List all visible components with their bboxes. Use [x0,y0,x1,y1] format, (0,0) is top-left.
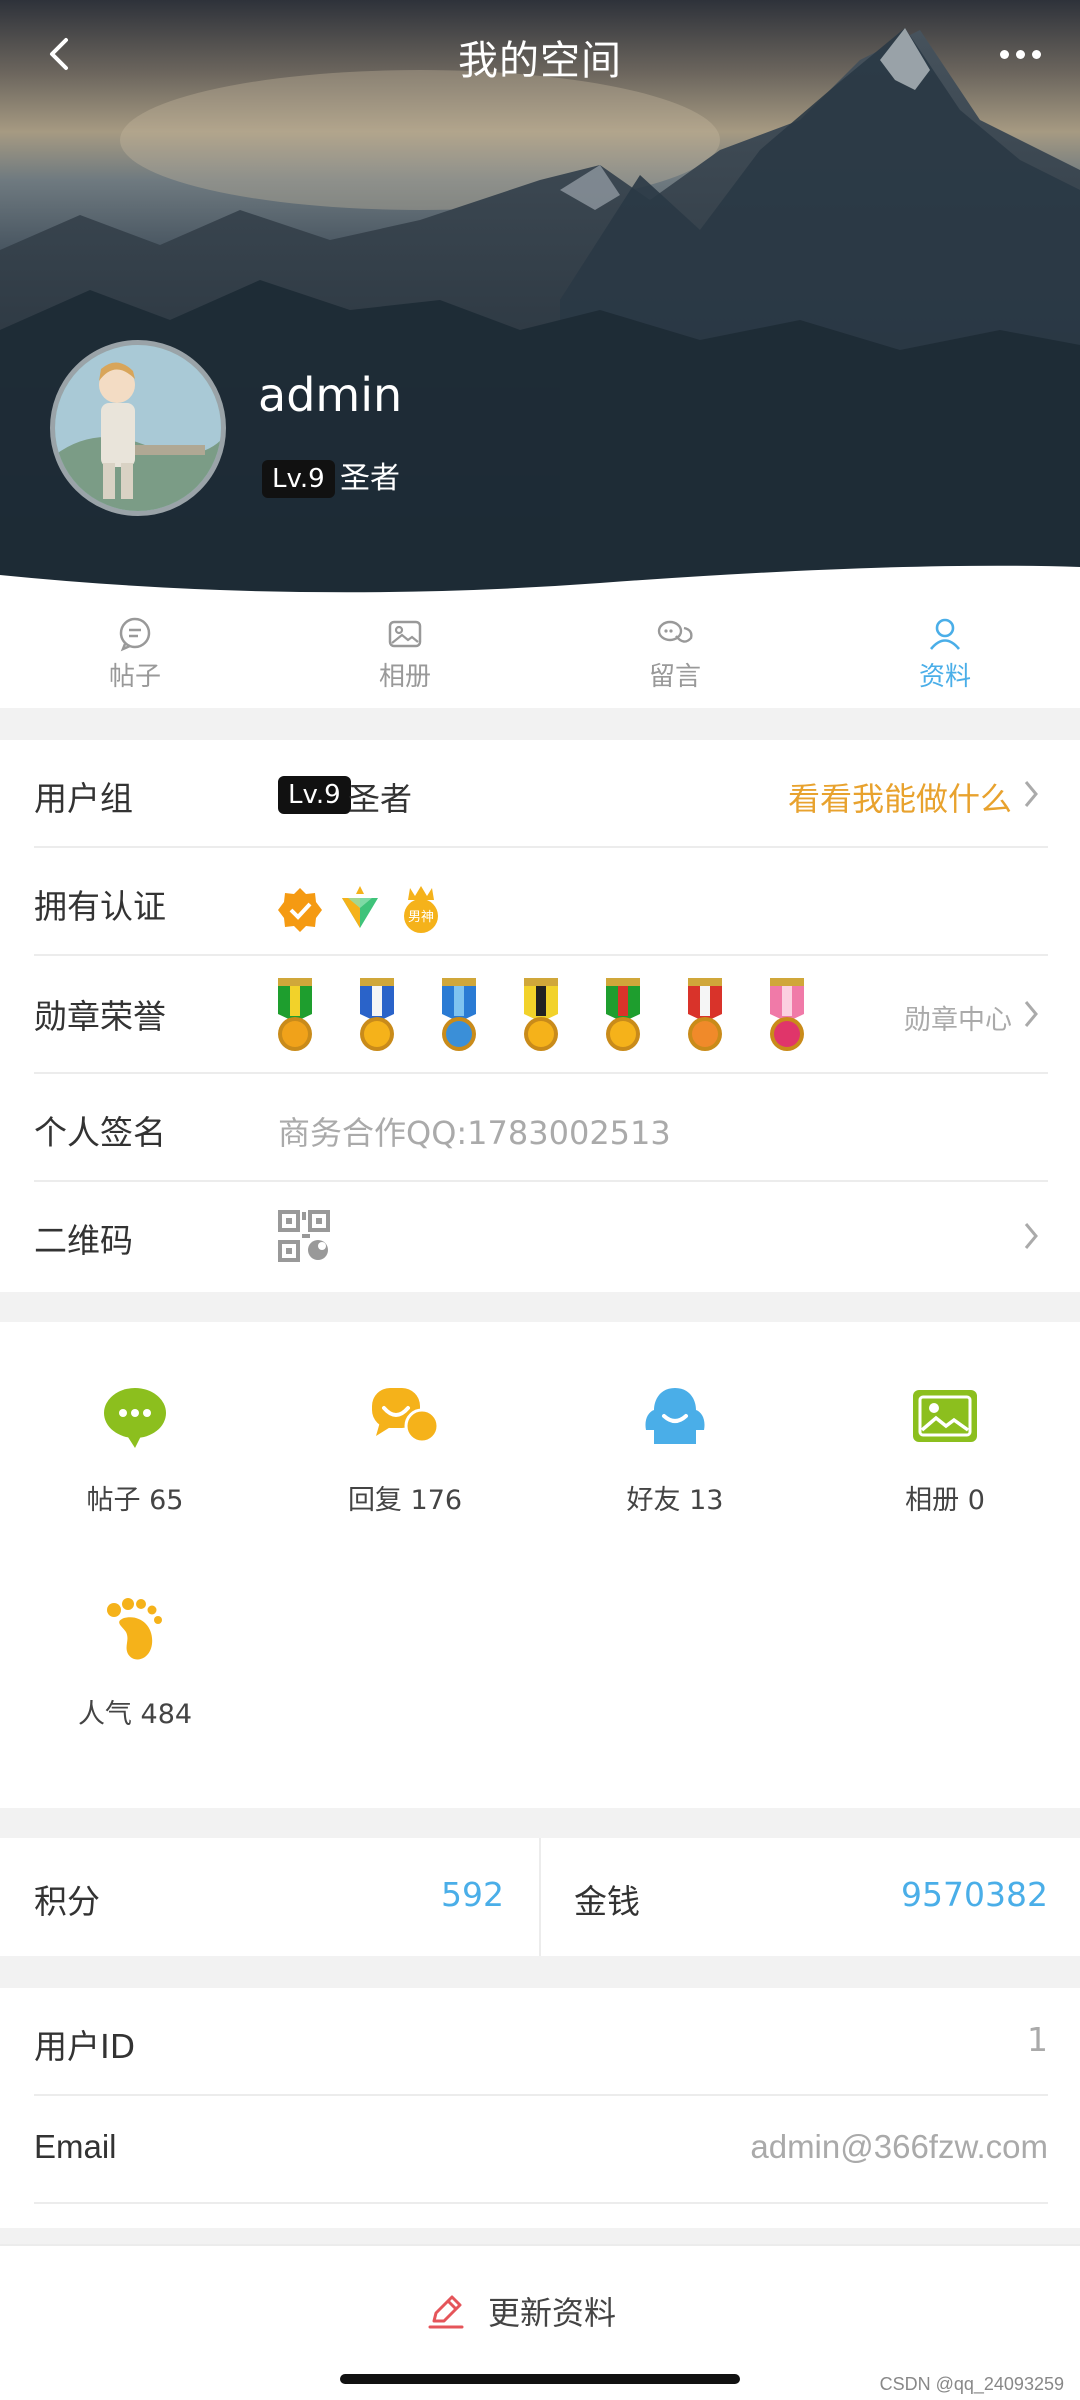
divider [539,1838,541,1956]
page-title: 我的空间 [458,38,622,84]
medal-icon [524,978,558,1051]
more-dots-icon [999,49,1009,59]
badge-text: 男神 [408,910,434,925]
post-bubble-icon [104,1388,166,1448]
update-profile-button[interactable]: 更新资料 [426,2288,616,2334]
medals-row[interactable]: 勋章荣誉 勋章中心 [34,956,1048,1074]
reply-bubble-icon [372,1388,440,1444]
medal-center-link[interactable]: 勋章中心 [904,998,1012,1037]
profile-page: 我的空间 admin Lv.9 圣者 帖子 相册 留言 资料 用户组 Lv.9 … [0,0,1080,2400]
footprint-icon [107,1598,162,1660]
photo-icon [388,620,422,647]
stat-friends[interactable]: 好友 13 [540,1382,810,1517]
stat-label: 好友 13 [626,1485,724,1516]
verified-badge-icon [278,888,322,932]
diamond-badge-icon [342,886,378,928]
signature-value: 商务合作QQ:1783002513 [278,1114,671,1152]
profile-banner: 我的空间 admin Lv.9 圣者 [0,0,1080,600]
medal-icon [442,978,476,1051]
user-group-row[interactable]: 用户组 Lv.9 圣者 看看我能做什么 [34,740,1048,848]
user-id-row [34,1988,1048,2096]
score-value: 592 [441,1875,504,1914]
signature-row: 个人签名 商务合作QQ:1783002513 [34,1074,1048,1182]
tab-label: 留言 [648,661,701,692]
certifications-label: 拥有认证 [34,887,166,926]
info-card: 用户组 Lv.9 圣者 看看我能做什么 拥有认证 男神 勋章荣誉 勋章中心 个人… [0,740,1080,1292]
chevron-right-icon [1024,1001,1038,1027]
stat-label: 人气 484 [77,1699,193,1730]
user-id-label: 用户ID [34,2027,136,2066]
male-god-badge-icon: 男神 [404,886,438,933]
level-badge: Lv.9 [278,776,351,814]
qrcode-label: 二维码 [34,1221,133,1260]
chevron-right-icon [1024,1223,1038,1249]
stat-replies[interactable]: 回复 176 [270,1382,540,1517]
medal-list [272,978,872,1054]
stat-popularity[interactable]: 人气 484 [0,1596,270,1731]
edit-pencil-icon [428,2295,464,2329]
avatar[interactable] [50,340,226,516]
home-indicator[interactable] [340,2374,740,2384]
medal-icon [606,978,640,1051]
friends-icon [645,1388,705,1444]
tab-label: 帖子 [108,661,161,692]
tab-album[interactable]: 相册 [270,600,540,708]
username: admin [258,368,403,422]
chevron-right-icon [1024,781,1038,807]
signature-label: 个人签名 [34,1113,166,1152]
tab-messages[interactable]: 留言 [540,600,810,708]
update-profile-label: 更新资料 [488,2294,617,2332]
tab-profile[interactable]: 资料 [810,600,1080,708]
medals-label: 勋章荣誉 [34,997,166,1036]
user-group-rank: 圣者 [348,780,413,818]
stat-album[interactable]: 相册 0 [810,1382,1080,1517]
certifications-row: 拥有认证 男神 [34,848,1048,956]
medal-icon [770,978,804,1051]
tab-label: 资料 [918,661,971,692]
stat-label: 相册 0 [905,1485,985,1516]
tab-posts[interactable]: 帖子 [0,600,270,708]
top-bar: 我的空间 [0,0,1080,110]
stat-posts[interactable]: 帖子 65 [0,1382,270,1517]
score-label: 积分 [34,1882,100,1921]
points-card: 积分 592 金钱 9570382 [0,1838,1080,1956]
stat-label: 帖子 65 [86,1485,184,1516]
bottom-bar: 更新资料 CSDN @qq_24093259 [0,2244,1080,2400]
level-badge: Lv.9 [262,460,335,498]
avatar-illustration [55,345,221,511]
tab-label: 相册 [378,661,431,692]
chat-bubble-icon [119,617,151,651]
user-icon [929,618,961,650]
user-id-value: 1 [1027,2020,1048,2059]
money-value: 9570382 [901,1875,1048,1914]
album-icon [913,1390,977,1442]
user-group-label: 用户组 [34,779,133,818]
banner-wave [0,565,1080,600]
qrcode-icon[interactable] [278,1210,330,1262]
email-label: Email [34,2128,117,2165]
medal-icon [360,978,394,1051]
stats-card: 帖子 65 回复 176 好友 13 相册 0 人气 484 [0,1322,1080,1808]
email-value: admin@366fzw.com [750,2128,1048,2165]
more-button[interactable] [990,24,1050,84]
details-card: 用户ID 1 Email admin@366fzw.com [0,1988,1080,2228]
medal-icon [688,978,722,1051]
stat-label: 回复 176 [347,1485,463,1516]
messages-icon [657,620,693,643]
profile-tabs: 帖子 相册 留言 资料 [0,600,1080,708]
qrcode-row[interactable]: 二维码 [34,1182,1048,1290]
rank-title: 圣者 [340,461,400,496]
medal-icon [278,978,312,1051]
watermark: CSDN @qq_24093259 [879,2374,1064,2394]
money-label: 金钱 [574,1882,640,1921]
abilities-link[interactable]: 看看我能做什么 [788,774,1012,820]
